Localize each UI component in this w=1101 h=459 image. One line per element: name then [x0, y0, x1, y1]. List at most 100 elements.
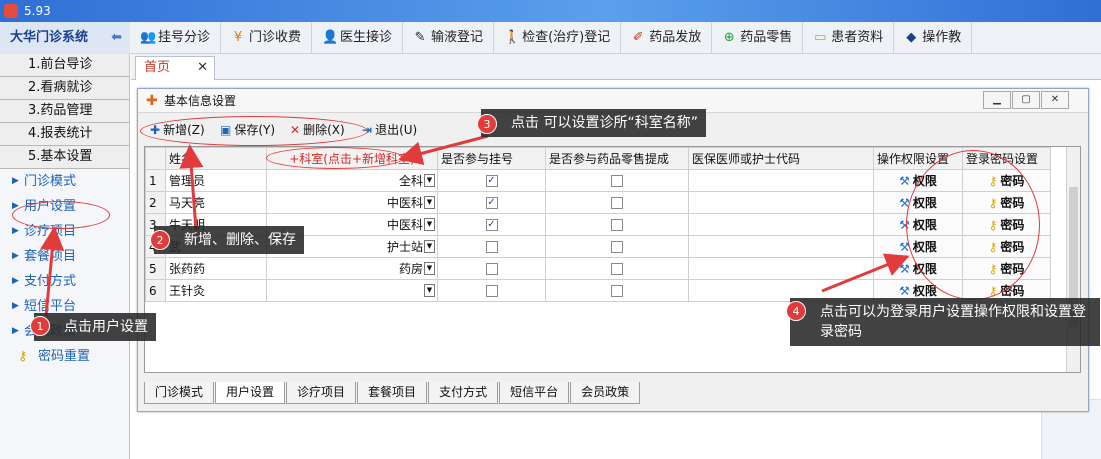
dropdown-arrow-icon[interactable]: ▼ [424, 284, 435, 297]
insurance-code-cell[interactable] [688, 235, 874, 258]
sidebar-group-consult[interactable]: 2.看病就诊 [0, 77, 129, 100]
sidebar-item-sms[interactable]: ▶ 短信平台 [0, 294, 129, 319]
toolbar-billing[interactable]: ¥ 门诊收费 [221, 22, 313, 54]
vertical-scrollbar[interactable] [1066, 147, 1080, 372]
tab-treatment-items[interactable]: 诊疗项目 [286, 382, 357, 404]
insurance-code-cell[interactable] [688, 169, 874, 192]
retail-checkbox-cell[interactable] [545, 191, 689, 214]
user-name-cell[interactable]: 武 [165, 235, 267, 258]
dropdown-arrow-icon[interactable]: ▼ [424, 218, 435, 231]
retail-checkbox-cell[interactable] [545, 235, 689, 258]
tab-membership[interactable]: 会员政策 [570, 382, 641, 404]
delete-button[interactable]: ✕ 删除(X) [290, 115, 345, 145]
retail-checkbox[interactable] [611, 263, 623, 275]
department-cell[interactable]: ▼ [266, 279, 438, 302]
register-checkbox[interactable] [485, 285, 498, 297]
user-name-cell[interactable]: 牛天明 [165, 213, 267, 236]
permission-button[interactable]: ⚒ 权限 [873, 235, 963, 258]
register-checkbox-cell[interactable] [437, 235, 546, 258]
exit-button[interactable]: ⇥ 退出(U) [362, 115, 417, 145]
user-name-cell[interactable]: 王针灸 [165, 279, 267, 302]
tab-packages[interactable]: 套餐项目 [357, 382, 428, 404]
register-checkbox[interactable] [485, 241, 498, 253]
add-button[interactable]: ✚ 新增(Z) [150, 115, 205, 145]
register-checkbox[interactable]: ✓ [485, 197, 498, 209]
table-row[interactable]: 1 管理员 全科 ▼ ✓ ⚒ 权限 ⚷ 密码 [145, 169, 1051, 192]
password-button[interactable]: ⚷ 密码 [962, 169, 1051, 192]
close-icon[interactable]: ✕ [197, 57, 208, 79]
scroll-thumb[interactable] [1069, 187, 1078, 327]
password-button[interactable]: ⚷ 密码 [962, 279, 1051, 302]
toolbar-retail[interactable]: ⊕ 药品零售 [712, 22, 804, 54]
department-cell[interactable]: 中医科 ▼ [266, 213, 438, 236]
sidebar-item-treatment-items[interactable]: ▶ 诊疗项目 [0, 219, 129, 244]
department-cell[interactable]: 护士站 ▼ [266, 235, 438, 258]
permission-button[interactable]: ⚒ 权限 [873, 279, 963, 302]
sidebar-item-user-settings[interactable]: ▶ 用户设置 [0, 194, 129, 219]
sidebar-group-settings[interactable]: 5.基本设置 [0, 146, 129, 169]
register-checkbox-cell[interactable]: ✓ [437, 169, 546, 192]
permission-button[interactable]: ⚒ 权限 [873, 169, 963, 192]
register-checkbox-cell[interactable] [437, 279, 546, 302]
dropdown-arrow-icon[interactable]: ▼ [424, 262, 435, 275]
save-button[interactable]: ▣ 保存(Y) [220, 115, 275, 145]
retail-checkbox[interactable] [611, 175, 623, 187]
dropdown-arrow-icon[interactable]: ▼ [424, 196, 435, 209]
tab-home[interactable]: 首页 ✕ [135, 56, 215, 80]
sidebar-item-clinic-mode[interactable]: ▶ 门诊模式 [0, 169, 129, 194]
retail-checkbox[interactable] [611, 241, 623, 253]
user-name-cell[interactable]: 张药药 [165, 257, 267, 280]
sidebar-item-packages[interactable]: ▶ 套餐项目 [0, 244, 129, 269]
table-row[interactable]: 6 王针灸 ▼ ⚒ 权限 ⚷ 密码 [145, 279, 1051, 302]
sidebar-item-password-reset[interactable]: ⚷ 密码重置 [0, 344, 129, 369]
permission-button[interactable]: ⚒ 权限 [873, 257, 963, 280]
register-checkbox[interactable]: ✓ [485, 175, 498, 187]
dropdown-arrow-icon[interactable]: ▼ [424, 174, 435, 187]
retail-checkbox-cell[interactable] [545, 169, 689, 192]
dropdown-arrow-icon[interactable]: ▼ [424, 240, 435, 253]
register-checkbox-cell[interactable]: ✓ [437, 191, 546, 214]
toolbar-doctor[interactable]: 👤 医生接诊 [312, 22, 404, 54]
permission-button[interactable]: ⚒ 权限 [873, 191, 963, 214]
toolbar-registration[interactable]: 👥 挂号分诊 [130, 22, 222, 54]
tab-sms[interactable]: 短信平台 [499, 382, 570, 404]
retail-checkbox[interactable] [611, 219, 623, 231]
tab-payment[interactable]: 支付方式 [428, 382, 499, 404]
password-button[interactable]: ⚷ 密码 [962, 235, 1051, 258]
retail-checkbox-cell[interactable] [545, 279, 689, 302]
retail-checkbox-cell[interactable] [545, 213, 689, 236]
minimize-button[interactable]: ▁ [983, 91, 1011, 109]
toolbar-dispense[interactable]: ✐ 药品发放 [621, 22, 713, 54]
maximize-button[interactable]: ▢ [1012, 91, 1040, 109]
sidebar-group-reports[interactable]: 4.报表统计 [0, 123, 129, 146]
insurance-code-cell[interactable] [688, 257, 874, 280]
toolbar-exam[interactable]: 🚶 检查(治疗)登记 [494, 22, 622, 54]
retail-checkbox[interactable] [611, 285, 623, 297]
retail-checkbox-cell[interactable] [545, 257, 689, 280]
user-name-cell[interactable]: 马天亮 [165, 191, 267, 214]
department-cell[interactable]: 药房 ▼ [266, 257, 438, 280]
close-button[interactable]: ✕ [1041, 91, 1069, 109]
user-name-cell[interactable]: 管理员 [165, 169, 267, 192]
register-checkbox[interactable] [485, 263, 498, 275]
table-row[interactable]: 2 马天亮 中医科 ▼ ✓ ⚒ 权限 ⚷ 密码 [145, 191, 1051, 214]
department-cell[interactable]: 中医科 ▼ [266, 191, 438, 214]
sidebar-item-payment[interactable]: ▶ 支付方式 [0, 269, 129, 294]
tab-clinic-mode[interactable]: 门诊模式 [144, 382, 215, 404]
sidebar-group-pharmacy[interactable]: 3.药品管理 [0, 100, 129, 123]
table-row[interactable]: 3 牛天明 中医科 ▼ ✓ ⚒ 权限 ⚷ 密码 [145, 213, 1051, 236]
table-row[interactable]: 4 武护士站 ▼ ⚒ 权限 ⚷ 密码 [145, 235, 1051, 258]
department-cell[interactable]: 全科 ▼ [266, 169, 438, 192]
retail-checkbox[interactable] [611, 197, 623, 209]
password-button[interactable]: ⚷ 密码 [962, 191, 1051, 214]
tab-user-settings[interactable]: 用户设置 [215, 382, 286, 404]
toolbar-patients[interactable]: ▭ 患者资料 [803, 22, 895, 54]
register-checkbox-cell[interactable] [437, 257, 546, 280]
insurance-code-cell[interactable] [688, 279, 874, 302]
sidebar-item-membership[interactable]: ▶ 会员政策 [0, 319, 129, 344]
toolbar-tutorial[interactable]: ◆ 操作教 [894, 22, 973, 54]
password-button[interactable]: ⚷ 密码 [962, 213, 1051, 236]
table-row[interactable]: 5 张药药 药房 ▼ ⚒ 权限 ⚷ 密码 [145, 257, 1051, 280]
register-checkbox-cell[interactable]: ✓ [437, 213, 546, 236]
insurance-code-cell[interactable] [688, 213, 874, 236]
